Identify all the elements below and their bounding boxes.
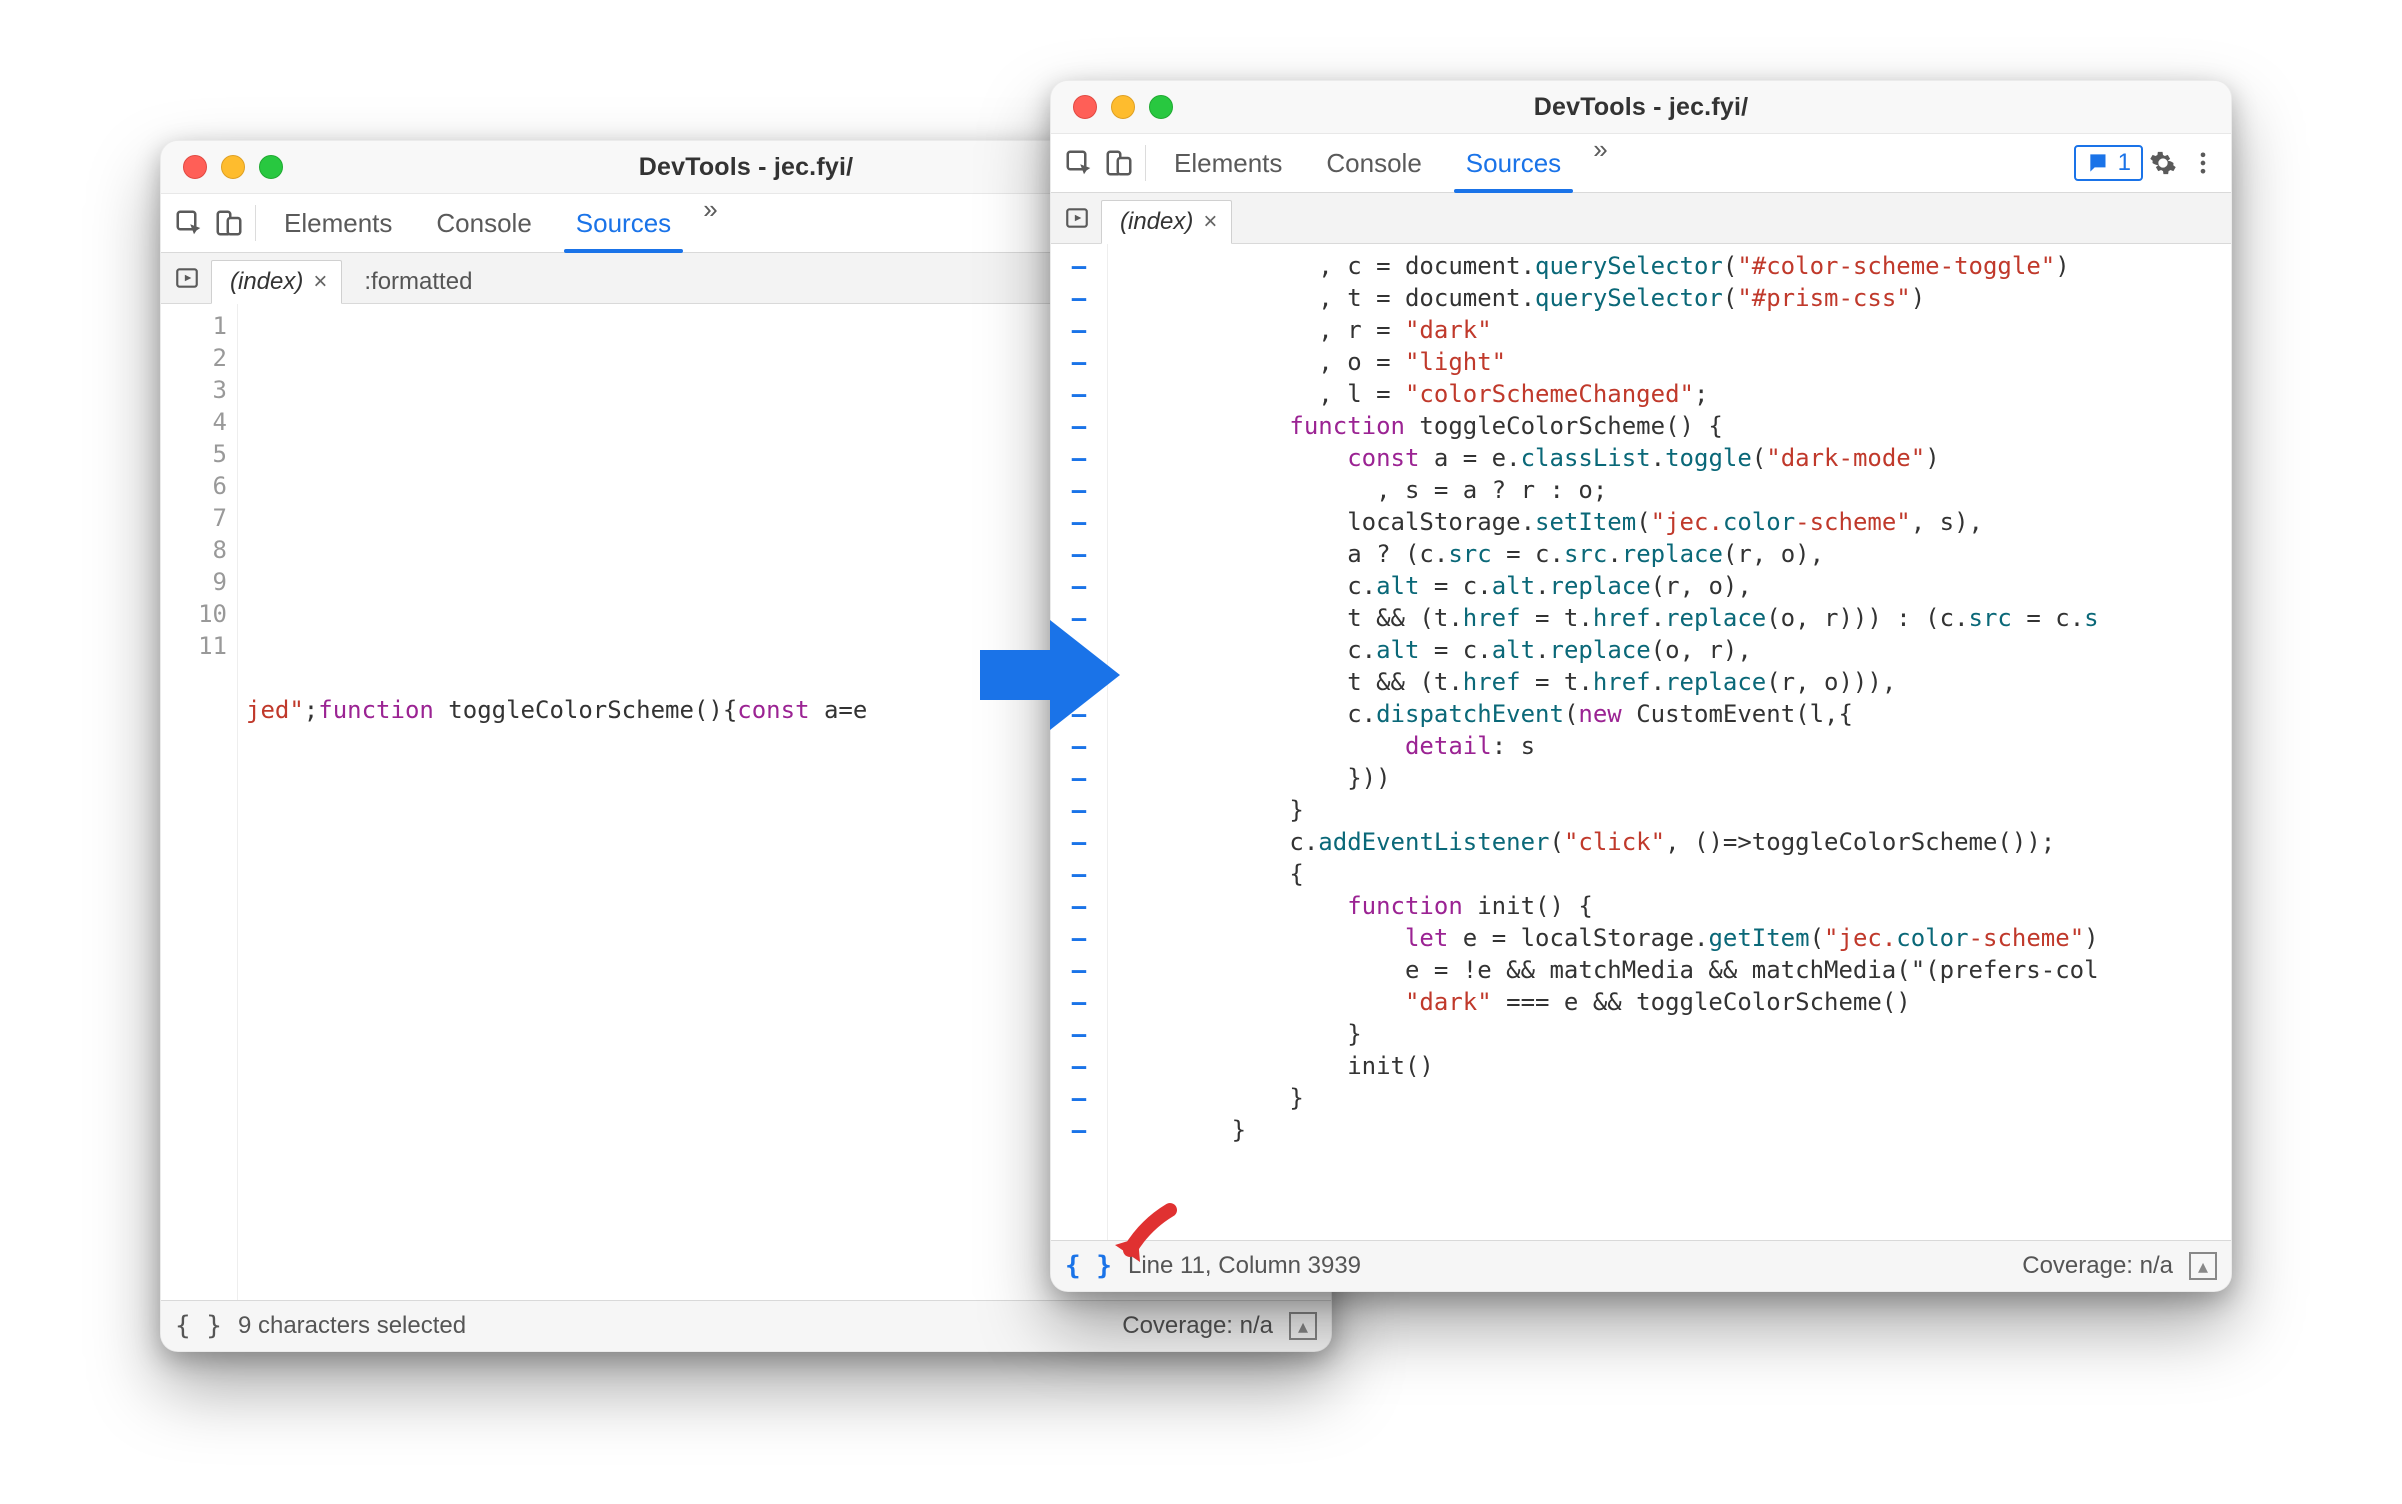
zoom-window-button[interactable] <box>259 155 283 179</box>
show-drawer-icon[interactable]: ▴ <box>2189 1252 2217 1280</box>
more-options-icon[interactable] <box>2183 143 2223 183</box>
file-tab-formatted[interactable]: :formatted <box>346 261 486 303</box>
file-tab-index[interactable]: (index) × <box>211 260 342 304</box>
code-content[interactable]: jed";function toggleColorScheme(){const … <box>238 304 867 1300</box>
line-number-gutter: 1 2 3 4 5 6 7 8 9 10 11 <box>161 304 238 1300</box>
tab-elements[interactable]: Elements <box>1152 134 1304 192</box>
zoom-window-button[interactable] <box>1149 95 1173 119</box>
minimize-window-button[interactable] <box>221 155 245 179</box>
pretty-print-icon[interactable]: { } <box>1065 1251 1112 1281</box>
file-tab-bar: (index) × <box>1051 193 2231 244</box>
close-window-button[interactable] <box>183 155 207 179</box>
close-window-button[interactable] <box>1073 95 1097 119</box>
titlebar: DevTools - jec.fyi/ <box>1051 81 2231 133</box>
status-message: 9 characters selected <box>238 1312 466 1340</box>
tab-elements[interactable]: Elements <box>262 194 414 252</box>
show-navigator-icon[interactable] <box>167 265 207 291</box>
status-bar: { } 9 characters selected Coverage: n/a … <box>161 1300 1331 1351</box>
issues-button[interactable]: 1 <box>2074 145 2143 181</box>
coverage-status: Coverage: n/a <box>1122 1312 1273 1340</box>
window-title: DevTools - jec.fyi/ <box>1534 93 1749 122</box>
tab-console[interactable]: Console <box>1304 134 1443 192</box>
file-tab-label: (index) <box>1120 208 1193 236</box>
device-toolbar-icon[interactable] <box>209 203 249 243</box>
coverage-status: Coverage: n/a <box>2022 1252 2173 1280</box>
show-navigator-icon[interactable] <box>1057 205 1097 231</box>
more-tabs-button[interactable]: » <box>1583 134 1617 192</box>
code-content[interactable]: , c = document.querySelector("#color-sch… <box>1108 244 2099 1240</box>
file-tab-index[interactable]: (index) × <box>1101 200 1232 244</box>
pretty-print-icon[interactable]: { } <box>175 1311 222 1341</box>
close-file-tab-button[interactable]: × <box>313 268 327 296</box>
settings-icon[interactable] <box>2143 143 2183 183</box>
panel-toolbar: Elements Console Sources » 1 <box>1051 133 2231 193</box>
issues-count: 1 <box>2118 149 2131 177</box>
inspect-element-icon[interactable] <box>169 203 209 243</box>
close-file-tab-button[interactable]: × <box>1203 208 1217 236</box>
tab-sources[interactable]: Sources <box>1444 134 1583 192</box>
cursor-position: Line 11, Column 3939 <box>1128 1252 1361 1280</box>
device-toolbar-icon[interactable] <box>1099 143 1139 183</box>
fold-gutter: ––––––– ––––––– ––––––– ––––––– <box>1051 244 1108 1240</box>
show-drawer-icon[interactable]: ▴ <box>1289 1312 1317 1340</box>
devtools-window-right: DevTools - jec.fyi/ Elements Console Sou… <box>1050 80 2232 1292</box>
source-editor[interactable]: ––––––– ––––––– ––––––– ––––––– , c = do… <box>1051 244 2231 1240</box>
more-tabs-button[interactable]: » <box>693 194 727 252</box>
window-title: DevTools - jec.fyi/ <box>639 153 854 182</box>
minimize-window-button[interactable] <box>1111 95 1135 119</box>
file-tab-label: (index) <box>230 268 303 296</box>
tab-console[interactable]: Console <box>414 194 553 252</box>
tab-sources[interactable]: Sources <box>554 194 693 252</box>
inspect-element-icon[interactable] <box>1059 143 1099 183</box>
status-bar: { } Line 11, Column 3939 Coverage: n/a ▴ <box>1051 1240 2231 1291</box>
